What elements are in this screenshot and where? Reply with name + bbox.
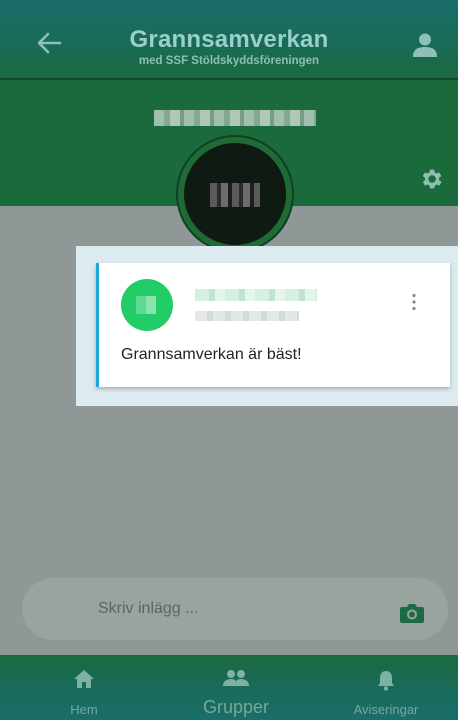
nav-item-home[interactable]: Hem xyxy=(8,655,160,720)
home-icon xyxy=(74,670,94,688)
post-composer xyxy=(22,578,448,640)
camera-icon[interactable] xyxy=(399,602,425,624)
person-icon[interactable] xyxy=(412,33,438,57)
bell-icon xyxy=(378,671,394,691)
group-avatar-redacted xyxy=(210,183,260,207)
nav-item-groups[interactable]: Grupper xyxy=(160,655,312,720)
nav-item-alerts[interactable]: Aviseringar xyxy=(310,655,458,720)
post-author-avatar[interactable] xyxy=(121,279,173,331)
nav-label-groups: Grupper xyxy=(202,697,270,717)
group-icon xyxy=(223,670,249,686)
app-subtitle: med SSF Stöldskyddsföreningen xyxy=(138,55,320,67)
post-timestamp-redacted xyxy=(195,311,299,321)
post-author-initials-redacted xyxy=(136,296,156,314)
group-avatar[interactable] xyxy=(178,137,292,251)
nav-label-alerts: Aviseringar xyxy=(353,702,419,717)
post-card[interactable]: Grannsamverkan är bäst! xyxy=(96,263,450,387)
nav-label-home: Hem xyxy=(70,702,98,717)
post-input[interactable] xyxy=(98,597,378,621)
post-author-name-redacted xyxy=(195,289,317,301)
more-vertical-icon[interactable] xyxy=(411,293,417,311)
app-title: Grannsamverkan xyxy=(129,26,329,53)
bottom-nav: Hem Grupper Aviseringar xyxy=(0,655,458,720)
gear-icon[interactable] xyxy=(418,166,444,192)
group-name-redacted xyxy=(154,110,316,126)
app-header: Grannsamverkan med SSF Stöldskyddsföreni… xyxy=(0,0,458,80)
post-text: Grannsamverkan är bäst! xyxy=(121,346,302,363)
